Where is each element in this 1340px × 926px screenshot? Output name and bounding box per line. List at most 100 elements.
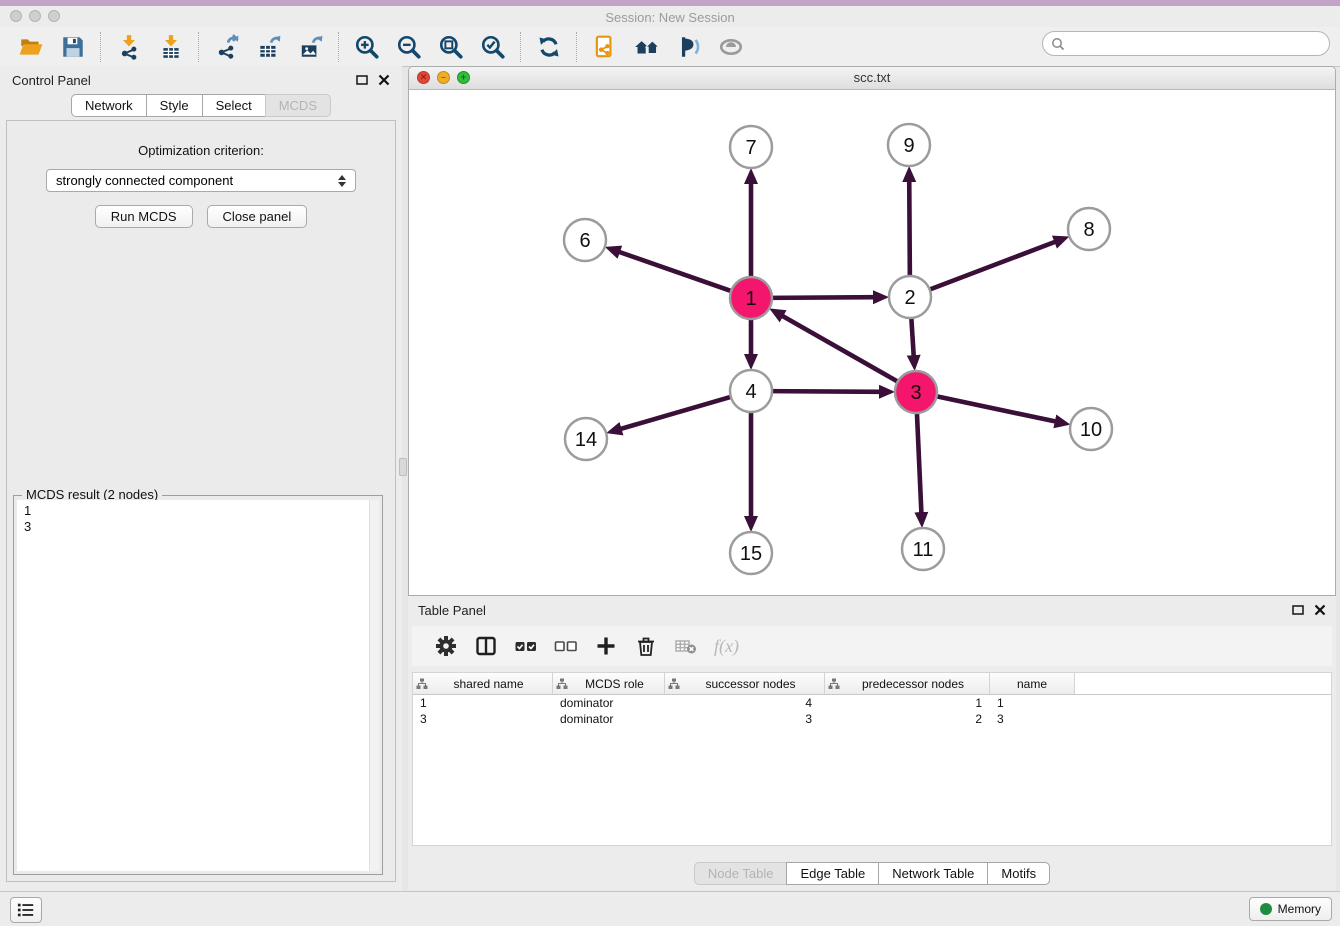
delete-table-icon: [672, 632, 700, 660]
zoom-selected-icon[interactable]: [479, 33, 507, 61]
open-session-icon[interactable]: [17, 33, 45, 61]
close-panel-icon[interactable]: [378, 74, 390, 86]
column-header-predecessor-nodes[interactable]: predecessor nodes: [825, 673, 990, 694]
column-header-mcds-role[interactable]: MCDS role: [553, 673, 665, 694]
node-label: 10: [1080, 419, 1102, 441]
deselect-all-columns-icon[interactable]: [552, 632, 580, 660]
tab-select[interactable]: Select: [202, 94, 266, 117]
import-network-icon[interactable]: [115, 33, 143, 61]
tab-mcds[interactable]: MCDS: [265, 94, 331, 117]
cell-shared-name[interactable]: 1: [413, 695, 553, 711]
gear-icon[interactable]: [432, 632, 460, 660]
cell-successor-nodes[interactable]: 4: [665, 695, 825, 711]
graph-edge-3-10[interactable]: [935, 396, 1056, 422]
node-label: 1: [745, 288, 756, 310]
graph-edge-1-2[interactable]: [770, 297, 874, 298]
network-canvas[interactable]: 7 9 6 8 1 2 4 3 14 10 15 11: [409, 89, 1335, 595]
dropdown-stepper-icon: [338, 175, 346, 187]
column-header-successor-nodes[interactable]: successor nodes: [665, 673, 825, 694]
graph-node-15[interactable]: 15: [730, 532, 772, 574]
column-label: name: [993, 677, 1071, 691]
result-scrollbar[interactable]: [369, 500, 379, 871]
cell-predecessor-nodes[interactable]: 2: [825, 711, 990, 727]
graph-edge-2-9[interactable]: [909, 181, 910, 278]
table-tab-motifs[interactable]: Motifs: [987, 862, 1050, 885]
float-panel-icon[interactable]: [356, 74, 368, 86]
table-header-row: shared nameMCDS rolesuccessor nodes prede…: [413, 673, 1331, 695]
column-label: predecessor nodes: [840, 677, 986, 691]
import-table-icon[interactable]: [157, 33, 185, 61]
toolbar-separator: [338, 32, 340, 62]
select-all-columns-icon[interactable]: [512, 632, 540, 660]
criterion-value: strongly connected component: [56, 173, 338, 188]
search-field[interactable]: [1042, 31, 1330, 56]
graph-node-2[interactable]: 2: [889, 276, 931, 318]
column-type-icon: [556, 678, 568, 690]
cell-shared-name[interactable]: 3: [413, 711, 553, 727]
graph-edge-3-1[interactable]: [782, 316, 899, 383]
graph-node-4[interactable]: 4: [730, 370, 772, 412]
graph-edge-4-3[interactable]: [770, 391, 880, 392]
split-columns-icon[interactable]: [472, 632, 500, 660]
zoom-out-icon[interactable]: [395, 33, 423, 61]
task-list-button[interactable]: [10, 897, 42, 923]
zoom-fit-icon[interactable]: [437, 33, 465, 61]
close-panel-button[interactable]: Close panel: [207, 205, 308, 228]
graph-edge-2-8[interactable]: [928, 242, 1056, 290]
float-panel-icon[interactable]: [1292, 604, 1304, 616]
graph-node-3[interactable]: 3: [895, 371, 937, 413]
refresh-layout-icon[interactable]: [535, 33, 563, 61]
cell-successor-nodes[interactable]: 3: [665, 711, 825, 727]
export-table-icon[interactable]: [255, 33, 283, 61]
table-row[interactable]: 3dominator323: [413, 711, 1331, 727]
mcds-result-box[interactable]: 13: [17, 500, 379, 871]
vertical-splitter-grip[interactable]: [399, 458, 407, 476]
graph-node-6[interactable]: 6: [564, 219, 606, 261]
show-hide-details-icon[interactable]: [717, 33, 745, 61]
memory-status-icon: [1260, 903, 1272, 915]
save-session-icon[interactable]: [59, 33, 87, 61]
delete-column-icon[interactable]: [632, 632, 660, 660]
criterion-dropdown[interactable]: strongly connected component: [46, 169, 356, 192]
graph-edge-1-6[interactable]: [619, 252, 733, 292]
export-image-icon[interactable]: [297, 33, 325, 61]
home-icon[interactable]: [633, 33, 661, 61]
column-header-name[interactable]: name: [990, 673, 1075, 694]
cell-mcds-role[interactable]: dominator: [553, 695, 665, 711]
network-window-titlebar[interactable]: ✕ – + scc.txt: [409, 67, 1335, 90]
graph-node-8[interactable]: 8: [1068, 208, 1110, 250]
table-tab-network-table[interactable]: Network Table: [878, 862, 988, 885]
style-details-icon[interactable]: [675, 33, 703, 61]
memory-button[interactable]: Memory: [1249, 897, 1332, 921]
cell-name[interactable]: 1: [990, 695, 1075, 711]
table-row[interactable]: 1dominator411: [413, 695, 1331, 711]
graph-node-9[interactable]: 9: [888, 124, 930, 166]
table-tab-node-table[interactable]: Node Table: [694, 862, 788, 885]
run-mcds-button[interactable]: Run MCDS: [95, 205, 193, 228]
search-input[interactable]: [1070, 35, 1321, 52]
graph-node-14[interactable]: 14: [565, 418, 607, 460]
table-tab-edge-table[interactable]: Edge Table: [786, 862, 879, 885]
cell-name[interactable]: 3: [990, 711, 1075, 727]
graph-edge-3-11[interactable]: [917, 411, 922, 513]
close-panel-icon[interactable]: [1314, 604, 1326, 616]
mcds-result-line: 3: [24, 519, 372, 535]
add-column-icon[interactable]: [592, 632, 620, 660]
zoom-in-icon[interactable]: [353, 33, 381, 61]
column-header-shared-name[interactable]: shared name: [413, 673, 553, 694]
graph-node-1[interactable]: 1: [730, 277, 772, 319]
node-table[interactable]: shared nameMCDS rolesuccessor nodes prede…: [412, 672, 1332, 846]
cell-mcds-role[interactable]: dominator: [553, 711, 665, 727]
app-titlebar: Session: New Session: [0, 6, 1340, 27]
clone-network-icon[interactable]: [591, 33, 619, 61]
tab-network[interactable]: Network: [71, 94, 147, 117]
toolbar-separator: [100, 32, 102, 62]
graph-node-10[interactable]: 10: [1070, 408, 1112, 450]
graph-node-11[interactable]: 11: [902, 528, 944, 570]
graph-edge-2-3[interactable]: [911, 316, 914, 356]
export-network-icon[interactable]: [213, 33, 241, 61]
cell-predecessor-nodes[interactable]: 1: [825, 695, 990, 711]
graph-node-7[interactable]: 7: [730, 126, 772, 168]
tab-style[interactable]: Style: [146, 94, 203, 117]
graph-edge-4-14[interactable]: [621, 396, 733, 429]
